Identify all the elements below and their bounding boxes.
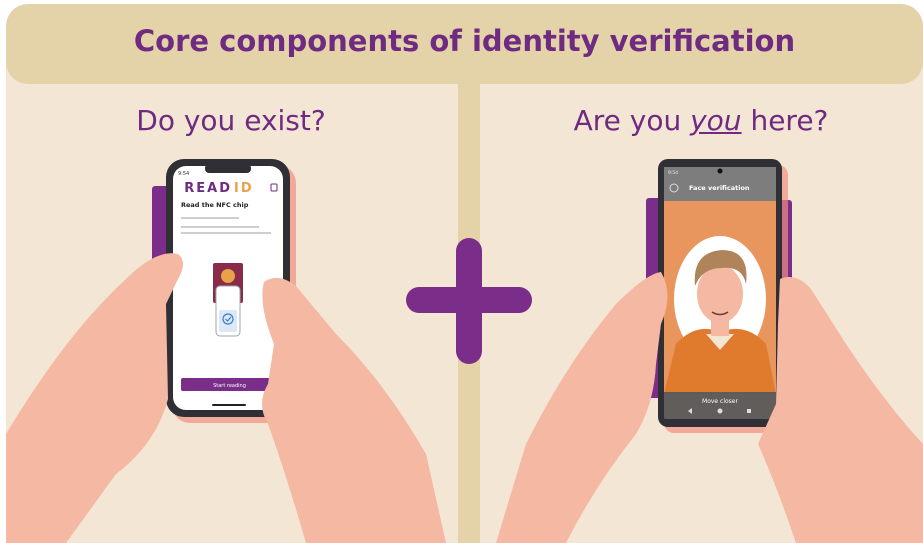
move-closer-status: Move closer [702,398,738,405]
text-line [181,232,271,234]
text-line [181,217,239,219]
status-bar [664,392,776,419]
face-verification-header: Face verification [689,184,750,192]
readid-logo-read: READ [184,181,232,196]
left-hand [6,253,183,543]
home-indicator [212,404,246,406]
recents-icon[interactable] [747,409,751,413]
nfc-heading: Read the NFC chip [181,201,249,209]
right-side-right-hand [758,276,923,543]
start-reading-label: Start reading [213,383,246,389]
phone-left-notch [205,164,251,173]
phone-right-time: 9:54 [668,170,678,176]
left-illustration: 9:54 READ ID Read the NFC chip Start rea… [6,159,446,543]
front-camera [717,168,723,174]
illustration: 9:54 READ ID Read the NFC chip Start rea… [6,159,923,543]
readid-logo-id: ID [234,181,254,196]
plus-icon [406,238,532,364]
infographic-canvas: Core components of identity verification… [6,4,923,543]
phone-left-time: 9:54 [178,171,189,177]
globe-icon [221,269,235,283]
right-hand [262,277,446,543]
home-icon[interactable] [717,408,723,414]
text-line [181,226,259,228]
right-illustration: 9:54 Face verification Move closer [496,159,923,543]
